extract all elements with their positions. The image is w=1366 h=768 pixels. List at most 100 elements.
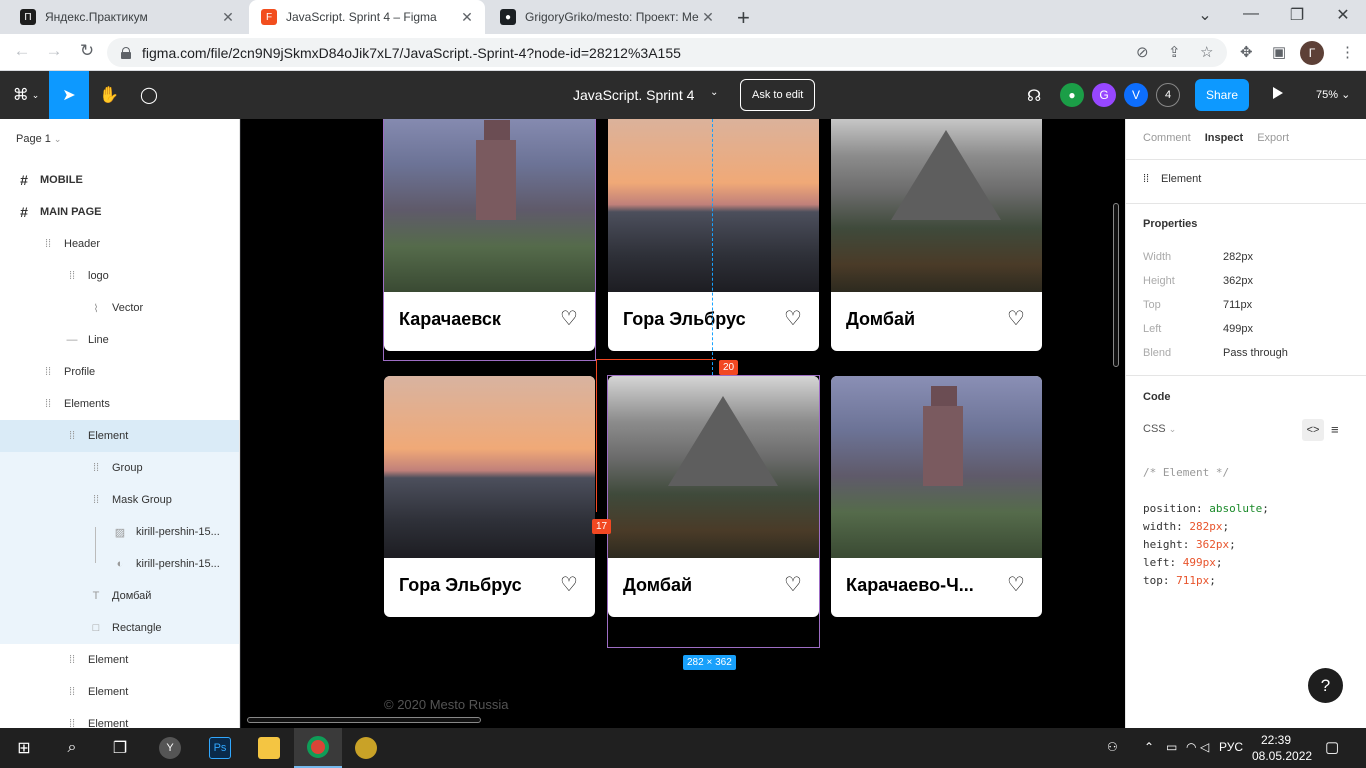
profile-avatar[interactable]: Г [1300, 41, 1324, 65]
layer-row[interactable]: ⁞⁞ Header [0, 228, 239, 260]
inspect-panel: Comment Inspect Export ⁞⁞ Element Proper… [1125, 119, 1366, 728]
layer-row[interactable]: T Домбай [0, 580, 239, 612]
like-heart-icon[interactable]: ♡ [1007, 572, 1025, 597]
task-view-icon[interactable]: ❐ [96, 728, 144, 768]
layer-row[interactable]: # MAIN PAGE [0, 196, 239, 228]
minimize-button[interactable]: — [1228, 5, 1274, 23]
like-heart-icon[interactable]: ♡ [784, 306, 802, 331]
layer-row[interactable]: ⁞⁞ logo [0, 260, 239, 292]
collaborator-avatar-g[interactable]: G [1092, 83, 1116, 107]
close-tab-icon[interactable]: ✕ [220, 9, 236, 26]
place-card[interactable]: Домбай ♡ [831, 119, 1042, 351]
network-icon[interactable]: ◠ [1186, 740, 1196, 754]
figma-canvas[interactable]: Карачаевск ♡ Гора Эльбрус ♡ Домбай ♡ Гора Эльб… [241, 119, 1125, 728]
divider [1126, 159, 1366, 160]
layer-row[interactable]: ⁞⁞ Elements [0, 388, 239, 420]
eye-off-icon[interactable]: ⊘ [1136, 43, 1149, 61]
tab-comment[interactable]: Comment [1143, 132, 1191, 144]
layer-row[interactable]: □ Rectangle [0, 612, 239, 644]
reload-button[interactable]: ↻ [75, 41, 99, 61]
system-clock[interactable]: 22:39 08.05.2022 [1252, 732, 1312, 764]
horizontal-scrollbar[interactable] [247, 717, 481, 723]
close-window-button[interactable]: ✕ [1320, 5, 1366, 25]
layer-row[interactable]: ⁞⁞ Element [0, 708, 239, 728]
collaborator-avatar[interactable]: ● [1060, 83, 1084, 107]
search-icon[interactable]: ⌕ [48, 728, 96, 768]
place-card[interactable]: Карачаево-Ч... ♡ [831, 376, 1042, 617]
place-card[interactable]: Гора Эльбрус ♡ [384, 376, 595, 617]
layer-row[interactable]: ⌇ Vector [0, 292, 239, 324]
forward-button[interactable]: → [42, 41, 66, 61]
share-button[interactable]: Share [1195, 79, 1249, 111]
help-button[interactable]: ? [1308, 668, 1343, 703]
layer-row[interactable]: ⁞⁞ Element [0, 644, 239, 676]
like-heart-icon[interactable]: ♡ [1007, 306, 1025, 331]
back-button[interactable]: ← [10, 41, 34, 61]
notifications-icon[interactable]: ▢ [1325, 738, 1339, 756]
extensions-puzzle-icon[interactable]: ✥ [1240, 43, 1253, 61]
layer-row[interactable]: ⁞⁞ Element [0, 676, 239, 708]
close-tab-icon[interactable]: ✕ [459, 9, 475, 26]
measure-line-h [596, 359, 716, 360]
tray-chevron-up-icon[interactable]: ⌃ [1144, 740, 1154, 754]
photoshop-icon[interactable]: Ps [196, 728, 244, 768]
zoom-level[interactable]: 75% ⌄ [1316, 88, 1350, 101]
file-menu-chevron-icon[interactable]: ⌄ [710, 87, 718, 98]
tab-export[interactable]: Export [1257, 132, 1289, 144]
layer-row[interactable]: ▨ kirill-pershin-15... [0, 516, 239, 548]
close-tab-icon[interactable]: ✕ [700, 9, 716, 26]
audio-headphones-icon[interactable]: ☊ [1027, 86, 1041, 106]
chrome-icon[interactable] [294, 728, 342, 768]
code-view-icon[interactable]: <> [1302, 419, 1324, 441]
ask-to-edit-button[interactable]: Ask to edit [740, 79, 816, 111]
comment-tool-icon[interactable]: ◯ [129, 71, 169, 119]
place-card[interactable]: Гора Эльбрус ♡ [608, 119, 819, 351]
divider [1126, 375, 1366, 376]
layer-row[interactable]: ⁞⁞ Group [0, 452, 239, 484]
layer-row[interactable]: ⁞⁞ Profile [0, 356, 239, 388]
layer-row[interactable]: ⁞⁞ Element [0, 420, 239, 452]
tab-search-chevron-icon[interactable]: ⌄ [1182, 5, 1228, 25]
hand-tool-icon[interactable]: ✋ [89, 71, 129, 119]
volume-icon[interactable]: ◁ [1200, 740, 1209, 754]
collaborator-avatar-v[interactable]: V [1124, 83, 1148, 107]
share-page-icon[interactable]: ⇪ [1168, 43, 1181, 61]
collaborator-count[interactable]: 4 [1156, 83, 1180, 107]
tab-figma[interactable]: F JavaScript. Sprint 4 – Figma ✕ [249, 0, 485, 34]
address-bar[interactable]: figma.com/file/2cn9N9jSkmxD84oJik7xL7/Ja… [107, 38, 1227, 67]
layer-row[interactable]: # MOBILE [0, 164, 239, 196]
file-title[interactable]: JavaScript. Sprint 4 [573, 87, 694, 103]
figma-main-menu-icon[interactable]: ⌘ ⌄ [4, 71, 48, 119]
vertical-scrollbar[interactable] [1113, 203, 1119, 367]
layer-row[interactable]: ⁞⁞ Mask Group [0, 484, 239, 516]
restore-button[interactable]: ❐ [1274, 5, 1320, 25]
paint-icon[interactable] [342, 728, 390, 768]
tab-yandex-praktikum[interactable]: П Яндекс.Практикум ✕ [8, 0, 246, 34]
card-title: Карачаево-Ч... [846, 575, 974, 595]
layer-row[interactable]: ◐ kirill-pershin-15... [0, 548, 239, 580]
battery-icon[interactable]: ▭ [1166, 740, 1177, 754]
property-key: Top [1143, 299, 1161, 311]
page-selector[interactable]: Page 1 ⌄ [16, 133, 61, 145]
layer-name: Element [88, 430, 129, 442]
windows-start-icon[interactable]: ⊞ [0, 728, 48, 768]
like-heart-icon[interactable]: ♡ [560, 572, 578, 597]
menu-kebab-icon[interactable]: ⋮ [1340, 43, 1355, 61]
present-play-icon[interactable] [1273, 87, 1283, 99]
bookmark-star-icon[interactable]: ☆ [1200, 43, 1213, 61]
code-language-select[interactable]: CSS ⌄ [1143, 423, 1176, 435]
file-explorer-icon[interactable] [245, 728, 293, 768]
tab-inspect[interactable]: Inspect [1205, 132, 1244, 144]
new-tab-button[interactable]: + [737, 5, 750, 31]
side-panel-icon[interactable]: ▣ [1272, 43, 1286, 61]
input-language[interactable]: РУС [1219, 740, 1243, 754]
tab-github[interactable]: ● GrigoryGriko/mesto: Проект: Ме ✕ [488, 0, 726, 34]
clock-time: 22:39 [1260, 733, 1292, 747]
yandex-browser-icon[interactable]: Y [146, 728, 194, 768]
list-view-icon[interactable]: ≡ [1331, 422, 1339, 437]
layer-name: Profile [64, 366, 96, 378]
people-icon[interactable]: ⚇ [1107, 740, 1118, 754]
layer-row[interactable]: — Line [0, 324, 239, 356]
css-code-block[interactable]: /* Element */ position: absolute; width: … [1143, 464, 1269, 590]
move-tool-icon[interactable]: ➤ [49, 71, 89, 119]
